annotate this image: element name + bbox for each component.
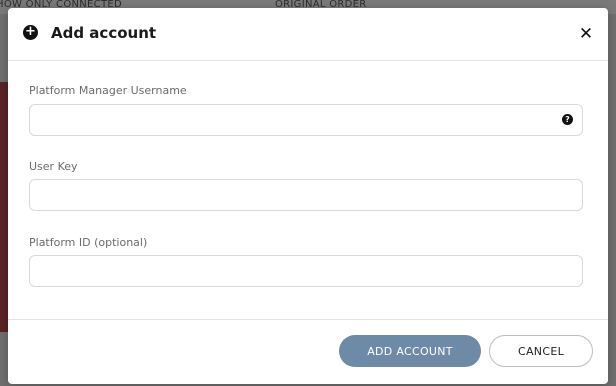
dialog-footer: ADD ACCOUNT CANCEL <box>8 319 608 385</box>
add-account-button[interactable]: ADD ACCOUNT <box>339 335 481 367</box>
username-label: Platform Manager Username <box>29 84 187 97</box>
dialog-title: Add account <box>51 24 157 42</box>
user-key-label: User Key <box>29 160 78 173</box>
platform-manager-username-input[interactable] <box>29 104 583 136</box>
dialog-header: + Add account ✕ <box>8 8 608 61</box>
plus-circle-icon: + <box>23 25 38 40</box>
question-circle-icon[interactable]: ? <box>562 114 573 125</box>
platform-id-label: Platform ID (optional) <box>29 236 148 249</box>
close-icon[interactable]: ✕ <box>576 24 596 44</box>
platform-id-input[interactable] <box>29 255 583 287</box>
user-key-input[interactable] <box>29 179 583 211</box>
background-panel-strip <box>0 82 8 332</box>
add-account-dialog: + Add account ✕ Platform Manager Usernam… <box>8 8 608 384</box>
cancel-button[interactable]: CANCEL <box>489 335 593 367</box>
